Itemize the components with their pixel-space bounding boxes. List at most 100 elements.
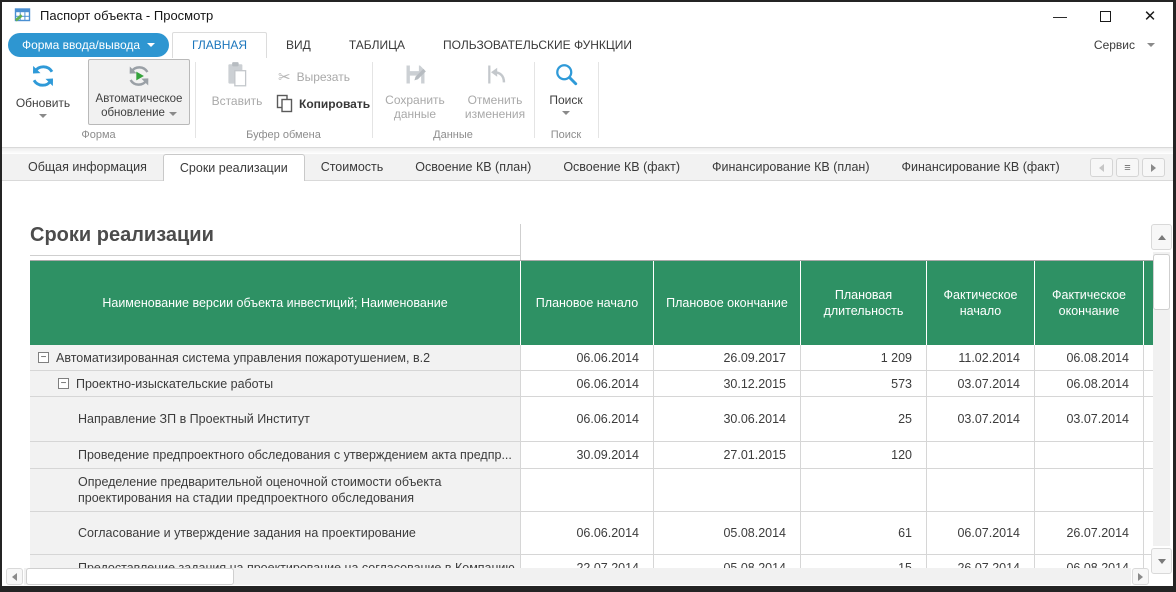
grid-cell[interactable] <box>653 469 800 512</box>
scroll-down-button[interactable] <box>1151 548 1172 574</box>
refresh-button[interactable]: Обновить <box>10 61 76 118</box>
search-button[interactable]: Поиск <box>536 61 596 115</box>
page-tab[interactable]: Освоение КВ (план) <box>399 154 547 181</box>
cut-label: Вырезать <box>297 70 350 84</box>
grid-cell[interactable]: 1 209 <box>800 345 926 371</box>
table-row[interactable]: Направление ЗП в Проектный Институт06.06… <box>30 397 1154 442</box>
grid-cell[interactable]: 27.01.2015 <box>653 442 800 469</box>
column-header[interactable]: Плановая длительность <box>800 261 926 345</box>
column-header[interactable]: Плановое окончание <box>653 261 800 345</box>
maximize-button[interactable] <box>1088 3 1122 29</box>
grid-cell[interactable]: 26.07.2014 <box>1034 512 1143 555</box>
form-io-menu-button[interactable]: Форма ввода/вывода <box>8 33 169 57</box>
column-header[interactable]: Наименование версии объекта инвестиций; … <box>30 261 520 345</box>
task-name-cell[interactable]: Проведение предпроектного обследования с… <box>30 442 520 469</box>
close-button[interactable]: ✕ <box>1133 3 1167 29</box>
grid-cell[interactable]: 06.06.2014 <box>520 512 653 555</box>
table-row[interactable]: Определение предварительной оценочной ст… <box>30 469 1154 512</box>
task-name-cell[interactable]: Направление ЗП в Проектный Институт <box>30 397 520 442</box>
tab-scroll-left-button[interactable] <box>1090 158 1113 177</box>
horizontal-scroll-track[interactable] <box>24 568 1131 585</box>
grid-cell[interactable]: 03.07.2014 <box>926 371 1034 397</box>
page-tab[interactable]: Сроки реализации <box>163 154 305 181</box>
copy-button[interactable]: Копировать <box>276 94 370 113</box>
collapse-toggle-icon[interactable]: − <box>58 378 69 389</box>
tab-nav-buttons: ≡ <box>1090 158 1165 177</box>
tab-list-button[interactable]: ≡ <box>1116 158 1139 177</box>
collapse-toggle-icon[interactable]: − <box>38 352 49 363</box>
window-title: Паспорт объекта - Просмотр <box>40 8 213 23</box>
ribbon-tab[interactable]: ПОЛЬЗОВАТЕЛЬСКИЕ ФУНКЦИИ <box>424 32 651 58</box>
column-header[interactable]: Фактическое начало <box>926 261 1034 345</box>
page-tab[interactable]: Ввод ОС <box>1076 154 1090 181</box>
task-name-cell[interactable]: −Автоматизированная система управления п… <box>30 345 520 371</box>
page-title: Сроки реализации <box>30 224 214 247</box>
scroll-right-button[interactable] <box>1132 568 1149 585</box>
save-data-button[interactable]: Сохранить данные <box>376 61 454 121</box>
search-icon <box>553 61 580 88</box>
grid-cell[interactable]: 61 <box>800 512 926 555</box>
paste-button[interactable]: Вставить <box>204 61 270 108</box>
column-header[interactable]: Фактическое окончание <box>1034 261 1143 345</box>
auto-refresh-label: Автоматическое обновление <box>89 92 189 120</box>
grid-cell[interactable]: 06.06.2014 <box>520 397 653 442</box>
grid-cell[interactable]: 25 <box>800 397 926 442</box>
auto-refresh-button[interactable]: Автоматическое обновление <box>88 59 190 125</box>
grid-cell[interactable]: 06.06.2014 <box>520 371 653 397</box>
vertical-scroll-thumb[interactable] <box>1153 254 1170 310</box>
grid-cell[interactable] <box>926 469 1034 512</box>
grid-cell[interactable]: 06.06.2014 <box>520 345 653 371</box>
page-tab[interactable]: Общая информация <box>12 154 163 181</box>
grid-cell[interactable]: 03.07.2014 <box>926 397 1034 442</box>
table-row[interactable]: −Проектно-изыскательские работы06.06.201… <box>30 371 1154 397</box>
page-tab[interactable]: Освоение КВ (факт) <box>547 154 696 181</box>
group-separator <box>534 62 535 138</box>
grid-cell[interactable] <box>800 469 926 512</box>
ribbon-tab[interactable]: ТАБЛИЦА <box>330 32 424 58</box>
page-tab[interactable]: Стоимость <box>305 154 400 181</box>
service-menu[interactable]: Сервис <box>1094 38 1135 52</box>
task-name-cell[interactable]: Согласование и утверждение задания на пр… <box>30 512 520 555</box>
grid-cell[interactable]: 03.07.2014 <box>1034 397 1143 442</box>
grid-cell[interactable]: 06.07.2014 <box>926 512 1034 555</box>
tab-scroll-right-button[interactable] <box>1142 158 1165 177</box>
horizontal-scrollbar[interactable] <box>6 568 1149 586</box>
grid-cell[interactable] <box>926 442 1034 469</box>
grid-cell[interactable] <box>1034 469 1143 512</box>
undo-label: Отменить изменения <box>454 93 536 121</box>
grid-cell[interactable] <box>520 469 653 512</box>
grid-cell[interactable]: 05.08.2014 <box>653 512 800 555</box>
grid-cell[interactable]: 06.08.2014 <box>1034 371 1143 397</box>
scroll-up-button[interactable] <box>1151 224 1172 250</box>
grid-cell[interactable] <box>1034 442 1143 469</box>
grid-cell[interactable]: 30.09.2014 <box>520 442 653 469</box>
vertical-scroll-track[interactable] <box>1153 252 1170 546</box>
minimize-button[interactable]: — <box>1043 3 1077 29</box>
ribbon-tab[interactable]: ГЛАВНАЯ <box>172 32 267 58</box>
grid-cell[interactable]: 30.06.2014 <box>653 397 800 442</box>
page-tab[interactable]: Финансирование КВ (факт) <box>885 154 1075 181</box>
arrow-right-icon <box>1151 164 1156 172</box>
page-tab[interactable]: Финансирование КВ (план) <box>696 154 885 181</box>
table-row[interactable]: −Автоматизированная система управления п… <box>30 345 1154 371</box>
arrow-right-icon <box>1138 573 1143 581</box>
horizontal-scroll-thumb[interactable] <box>26 568 234 585</box>
grid-cell[interactable]: 26.09.2017 <box>653 345 800 371</box>
task-name-cell[interactable]: −Проектно-изыскательские работы <box>30 371 520 397</box>
ribbon-tab[interactable]: ВИД <box>267 32 330 58</box>
grid-cell[interactable]: 11.02.2014 <box>926 345 1034 371</box>
undo-changes-button[interactable]: Отменить изменения <box>454 61 536 121</box>
grid-cell[interactable]: 573 <box>800 371 926 397</box>
grid-cell[interactable]: 30.12.2015 <box>653 371 800 397</box>
scroll-left-button[interactable] <box>6 568 23 585</box>
service-chevron-down-icon[interactable] <box>1147 43 1155 47</box>
vertical-scrollbar[interactable] <box>1151 224 1172 574</box>
grid-cell[interactable]: 06.08.2014 <box>1034 345 1143 371</box>
task-name-cell[interactable]: Определение предварительной оценочной ст… <box>30 469 520 512</box>
table-row[interactable]: Согласование и утверждение задания на пр… <box>30 512 1154 555</box>
cut-button[interactable]: ✂ Вырезать <box>278 68 350 86</box>
column-header[interactable]: Плановое начало <box>520 261 653 345</box>
table-row[interactable]: Проведение предпроектного обследования с… <box>30 442 1154 469</box>
ribbon-bottom-edge <box>2 147 1173 154</box>
grid-cell[interactable]: 120 <box>800 442 926 469</box>
